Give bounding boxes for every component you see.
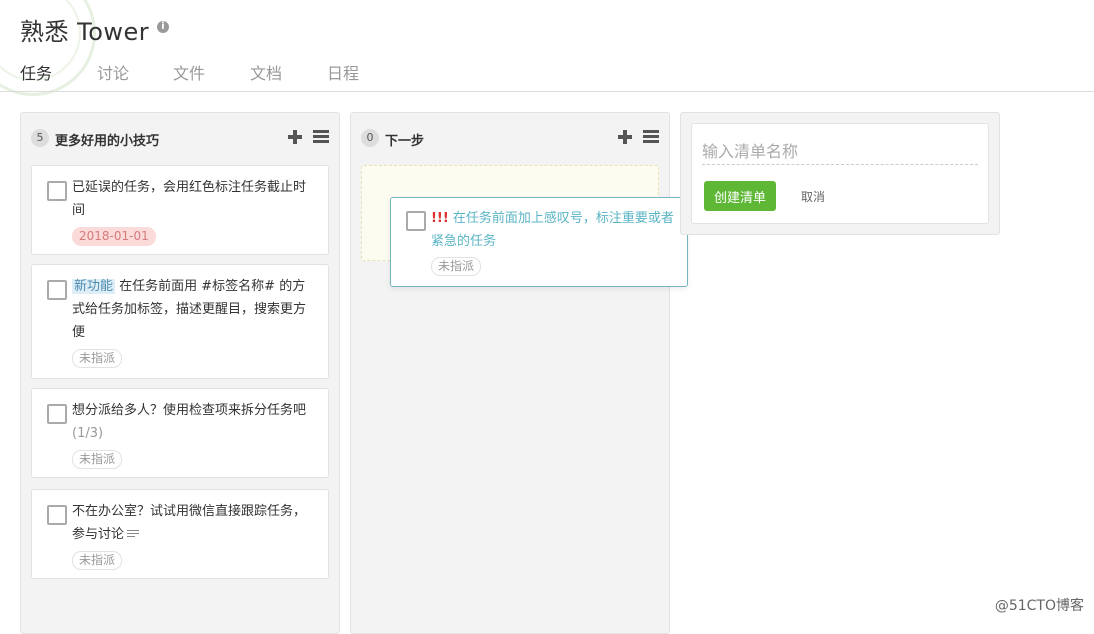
task-card[interactable]: 不在办公室？试试用微信直接跟踪任务，参与讨论 未指派	[31, 489, 329, 579]
task-checkbox[interactable]	[47, 404, 67, 424]
task-title[interactable]: 新功能 在任务前面用 #标签名称# 的方式给任务加标签，描述更醒目，搜索更方便	[72, 275, 317, 344]
list-menu-icon[interactable]	[643, 130, 659, 144]
task-checkbox[interactable]	[47, 181, 67, 201]
assignee-badge[interactable]: 未指派	[431, 257, 482, 276]
project-title: 熟悉 Tower	[20, 18, 150, 46]
add-task-icon[interactable]	[617, 129, 633, 145]
task-title-text: 想分派给多人？使用检查项来拆分任务吧	[72, 403, 307, 418]
list-name-input[interactable]	[702, 138, 978, 165]
task-title[interactable]: 已延误的任务，会用红色标注任务截止时间	[72, 176, 317, 222]
checklist-progress: (1/3)	[72, 426, 104, 441]
task-title-text: 不在办公室？试试用微信直接跟踪任务，参与讨论	[72, 504, 307, 542]
column-title[interactable]: 更多好用的小技巧	[55, 130, 159, 149]
list-menu-icon[interactable]	[313, 130, 329, 144]
tabs-divider	[0, 91, 1094, 92]
tab-calendar[interactable]: 日程	[327, 60, 359, 92]
assignee-badge[interactable]: 未指派	[72, 551, 123, 570]
info-icon[interactable]: i	[157, 21, 169, 33]
tab-tasks[interactable]: 任务	[20, 60, 52, 92]
task-card[interactable]: 想分派给多人？使用检查项来拆分任务吧 (1/3) 未指派	[31, 388, 329, 478]
cancel-link[interactable]: 取消	[801, 188, 825, 205]
task-title[interactable]: 不在办公室？试试用微信直接跟踪任务，参与讨论	[72, 500, 317, 546]
tab-discussions[interactable]: 讨论	[97, 60, 129, 92]
new-list-panel: 创建清单 取消	[680, 112, 1000, 235]
create-list-button[interactable]: 创建清单	[704, 181, 777, 211]
task-checkbox[interactable]	[47, 280, 67, 300]
due-date-badge: 2018-01-01	[72, 227, 156, 246]
task-title[interactable]: 想分派给多人？使用检查项来拆分任务吧 (1/3)	[72, 399, 317, 445]
task-card[interactable]: 新功能 在任务前面用 #标签名称# 的方式给任务加标签，描述更醒目，搜索更方便 …	[31, 264, 329, 379]
task-title[interactable]: !!! 在任务前面加上感叹号，标注重要或者紧急的任务	[431, 207, 676, 253]
task-list-column: 0 下一步	[350, 112, 670, 634]
task-list-column: 5 更多好用的小技巧 已延误的任务，会用红色标注任务截止时间 2018-01-0…	[20, 112, 340, 634]
task-checkbox[interactable]	[47, 505, 67, 525]
dragging-task-card[interactable]: !!! 在任务前面加上感叹号，标注重要或者紧急的任务 未指派	[390, 197, 688, 287]
task-count-badge: 5	[31, 129, 49, 147]
new-list-form: 创建清单 取消	[691, 123, 989, 224]
task-title-text: 在任务前面加上感叹号，标注重要或者紧急的任务	[431, 211, 674, 249]
priority-marker: !!!	[431, 211, 449, 226]
description-icon	[127, 530, 140, 539]
assignee-badge[interactable]: 未指派	[72, 450, 123, 469]
watermark-text: @51CTO博客	[994, 598, 1084, 614]
tab-docs[interactable]: 文档	[250, 60, 282, 92]
tab-files[interactable]: 文件	[173, 60, 205, 92]
assignee-badge[interactable]: 未指派	[72, 349, 123, 368]
task-count-badge: 0	[361, 129, 379, 147]
task-card[interactable]: 已延误的任务，会用红色标注任务截止时间 2018-01-01	[31, 165, 329, 255]
task-tag[interactable]: 新功能	[72, 279, 116, 294]
add-task-icon[interactable]	[287, 129, 303, 145]
column-title[interactable]: 下一步	[385, 130, 424, 149]
task-checkbox[interactable]	[406, 211, 426, 231]
